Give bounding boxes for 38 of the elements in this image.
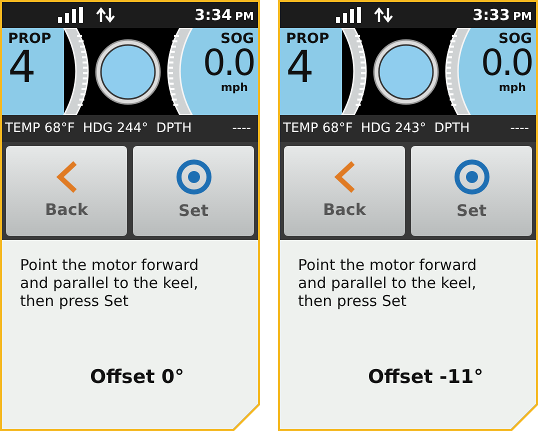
prop-label: PROP bbox=[286, 32, 330, 46]
sog-value: 0.0 bbox=[480, 46, 532, 82]
target-icon bbox=[454, 159, 490, 195]
speed-unit: mph bbox=[220, 82, 248, 93]
data-arrows-icon bbox=[374, 7, 394, 23]
sog-value: 0.0 bbox=[202, 46, 254, 82]
info-reading: DPTH bbox=[156, 120, 192, 138]
info-reading: ---- bbox=[510, 120, 529, 138]
clock-time: 3:33 bbox=[472, 4, 510, 26]
prop-value: 4 bbox=[8, 46, 36, 90]
instruction-text: Point the motor forward and parallel to the keel, then press Set bbox=[20, 256, 200, 310]
info-reading: HDG 244° bbox=[82, 120, 148, 138]
info-reading: TEMP 68°F bbox=[283, 120, 353, 138]
instruction-text: Point the motor forward and parallel to the keel, then press Set bbox=[298, 256, 478, 310]
info-reading: DPTH bbox=[434, 120, 470, 138]
info-reading: ---- bbox=[232, 120, 251, 138]
clock-period: PM bbox=[512, 8, 532, 25]
set-button[interactable]: Set bbox=[133, 146, 254, 236]
signal-icon bbox=[336, 7, 362, 23]
offset-readout: Offset 0° bbox=[90, 364, 186, 390]
speed-unit: mph bbox=[498, 82, 526, 93]
clock-period: PM bbox=[234, 8, 254, 25]
sog-label: SOG bbox=[498, 32, 532, 46]
dial-drawing bbox=[371, 36, 441, 106]
info-reading: HDG 243° bbox=[360, 120, 426, 138]
target-icon bbox=[176, 159, 212, 195]
offset-readout: Offset -11° bbox=[368, 364, 484, 390]
prop-label: PROP bbox=[8, 32, 52, 46]
prop-value: 4 bbox=[286, 46, 314, 90]
sog-label: SOG bbox=[220, 32, 254, 46]
dial-drawing bbox=[93, 36, 163, 106]
back-button[interactable]: Back bbox=[284, 146, 405, 236]
data-arrows-icon bbox=[96, 7, 116, 23]
info-reading: TEMP 68°F bbox=[5, 120, 75, 138]
set-button[interactable]: Set bbox=[411, 146, 532, 236]
signal-icon bbox=[58, 7, 84, 23]
back-button[interactable]: Back bbox=[6, 146, 127, 236]
clock-time: 3:34 bbox=[194, 4, 232, 26]
